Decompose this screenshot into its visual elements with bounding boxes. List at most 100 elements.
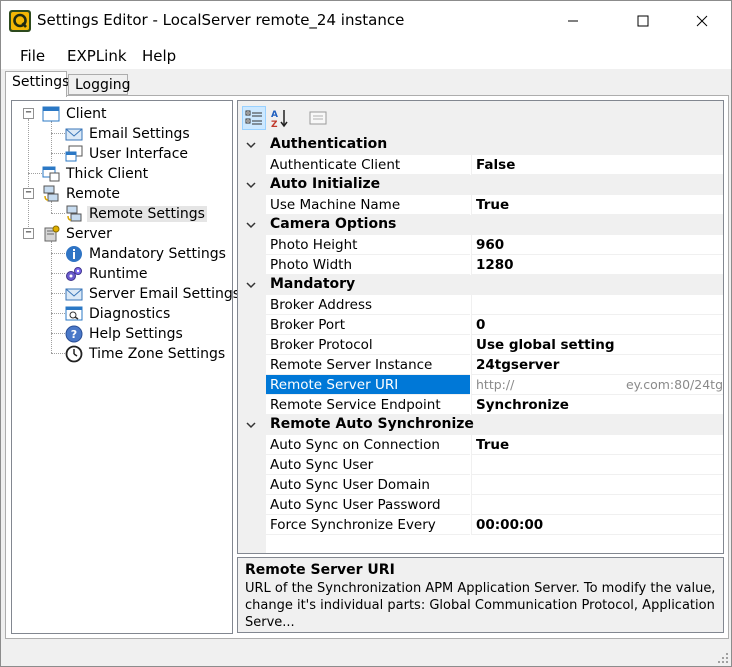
property-row-auto-sync-user[interactable]: Auto Sync User — [238, 455, 723, 475]
tree-item-runtime[interactable]: Runtime — [65, 264, 149, 284]
tree-item-help-settings[interactable]: ? Help Settings — [65, 324, 185, 344]
svg-text:?: ? — [71, 328, 77, 341]
sort-az-icon: A Z — [271, 110, 288, 128]
diagnostics-icon — [65, 306, 83, 321]
tree-item-remote-settings[interactable]: Remote Settings — [65, 204, 207, 224]
property-row-broker-port[interactable]: Broker Port 0 — [238, 315, 723, 335]
envelope-icon — [65, 128, 83, 141]
minimize-button[interactable] — [550, 1, 596, 40]
property-value[interactable]: True — [471, 435, 723, 455]
category-label: Auto Initialize — [270, 176, 381, 192]
q-logo-icon — [9, 10, 31, 32]
tree-item-server-email-settings[interactable]: Server Email Settings — [65, 284, 242, 304]
tree-item-diagnostics[interactable]: Diagnostics — [65, 304, 172, 324]
property-row-authenticate-client[interactable]: Authenticate Client False — [238, 155, 723, 175]
chevron-down-icon[interactable] — [245, 279, 257, 291]
remote-collapse-toggle[interactable]: − — [23, 188, 34, 199]
property-row-broker-protocol[interactable]: Broker Protocol Use global setting — [238, 335, 723, 355]
chevron-down-icon[interactable] — [245, 139, 257, 151]
tree-item-email-settings[interactable]: Email Settings — [65, 124, 192, 144]
property-name: Remote Server URI — [266, 375, 470, 395]
property-row-photo-width[interactable]: Photo Width 1280 — [238, 255, 723, 275]
tree-item-server[interactable]: Server — [42, 224, 114, 244]
settings-editor-window: Settings Editor - LocalServer remote_24 … — [0, 0, 732, 667]
window-icon — [42, 106, 60, 122]
tree-label-time-zone-settings: Time Zone Settings — [89, 346, 226, 362]
chevron-down-icon[interactable] — [245, 179, 257, 191]
client-collapse-toggle[interactable]: − — [23, 108, 34, 119]
tree-item-thick-client[interactable]: Thick Client — [42, 164, 150, 184]
property-value[interactable] — [471, 295, 723, 315]
tree-label-server: Server — [66, 226, 112, 242]
chevron-down-icon[interactable] — [245, 219, 257, 231]
property-row-remote-service-endpoint[interactable]: Remote Service Endpoint Synchronize — [238, 395, 723, 415]
menu-bar: File EXPLink Help — [1, 40, 731, 69]
property-name: Auto Sync User Domain — [266, 475, 470, 495]
property-row-auto-sync-user-domain[interactable]: Auto Sync User Domain — [238, 475, 723, 495]
tab-logging[interactable]: Logging — [68, 74, 131, 95]
tree-item-client[interactable]: Client — [42, 104, 109, 124]
property-row-use-machine-name[interactable]: Use Machine Name True — [238, 195, 723, 215]
tree-label-mandatory-settings: Mandatory Settings — [89, 246, 226, 262]
property-name: Force Synchronize Every — [266, 515, 470, 535]
tree-label-diagnostics: Diagnostics — [89, 306, 171, 322]
property-row-auto-sync-user-password[interactable]: Auto Sync User Password — [238, 495, 723, 515]
property-row-remote-server-uri[interactable]: Remote Server URI http:// ey.com:80/24tg — [238, 375, 723, 395]
categorized-button[interactable] — [242, 106, 266, 130]
category-label: Remote Auto Synchronize — [270, 416, 474, 432]
property-value-readonly[interactable]: http:// ey.com:80/24tg — [471, 375, 723, 395]
property-value[interactable] — [471, 475, 723, 495]
resize-grip-icon[interactable] — [717, 652, 729, 664]
tab-settings[interactable]: Settings — [5, 71, 69, 97]
property-pages-button[interactable] — [306, 106, 330, 130]
close-button[interactable] — [679, 1, 725, 40]
menu-explink[interactable]: EXPLink — [67, 47, 127, 65]
menu-help[interactable]: Help — [142, 47, 176, 65]
category-camera-options[interactable]: Camera Options — [238, 215, 723, 235]
category-remote-auto-synchronize[interactable]: Remote Auto Synchronize — [238, 415, 723, 435]
property-grid-empty-area — [238, 535, 723, 553]
tree-item-remote[interactable]: Remote — [42, 184, 122, 204]
tree-label-client: Client — [66, 106, 107, 122]
category-label: Mandatory — [270, 276, 356, 292]
property-value[interactable]: False — [471, 155, 723, 175]
tree-item-mandatory-settings[interactable]: Mandatory Settings — [65, 244, 228, 264]
alphabetical-button[interactable]: A Z — [268, 106, 292, 130]
description-title: Remote Server URI — [245, 562, 395, 578]
property-value[interactable]: 00:00:00 — [471, 515, 723, 535]
property-row-force-synchronize-every[interactable]: Force Synchronize Every 00:00:00 — [238, 515, 723, 535]
property-description-panel: Remote Server URI URL of the Synchroniza… — [237, 557, 724, 633]
property-value[interactable] — [471, 455, 723, 475]
tree-item-time-zone-settings[interactable]: Time Zone Settings — [65, 344, 227, 364]
property-row-broker-address[interactable]: Broker Address — [238, 295, 723, 315]
property-value[interactable]: 960 — [471, 235, 723, 255]
category-auto-initialize[interactable]: Auto Initialize — [238, 175, 723, 195]
property-value[interactable]: 1280 — [471, 255, 723, 275]
status-bar — [1, 643, 731, 666]
property-value[interactable]: 0 — [471, 315, 723, 335]
property-value[interactable]: Use global setting — [471, 335, 723, 355]
maximize-button[interactable] — [620, 1, 666, 40]
property-row-photo-height[interactable]: Photo Height 960 — [238, 235, 723, 255]
category-authentication[interactable]: Authentication — [238, 135, 723, 155]
property-grid-toolbar: A Z — [238, 101, 723, 133]
property-name: Authenticate Client — [266, 155, 470, 175]
property-value[interactable]: 24tgserver — [471, 355, 723, 375]
uri-value-end: ey.com:80/24tg — [625, 377, 723, 392]
chevron-down-icon[interactable] — [245, 419, 257, 431]
menu-file[interactable]: File — [20, 47, 45, 65]
property-value[interactable]: True — [471, 195, 723, 215]
property-row-auto-sync-on-connection[interactable]: Auto Sync on Connection True — [238, 435, 723, 455]
property-value[interactable] — [471, 495, 723, 515]
category-mandatory[interactable]: Mandatory — [238, 275, 723, 295]
property-pages-icon — [309, 111, 327, 125]
server-collapse-toggle[interactable]: − — [23, 228, 34, 239]
thick-client-icon — [42, 166, 60, 182]
property-grid[interactable]: A Z Authentication Authenticate Client F… — [237, 100, 724, 554]
tree-item-user-interface[interactable]: User Interface — [65, 144, 190, 164]
property-row-remote-server-instance[interactable]: Remote Server Instance 24tgserver — [238, 355, 723, 375]
categorized-icon — [245, 110, 262, 125]
property-value[interactable]: Synchronize — [471, 395, 723, 415]
settings-tree[interactable]: − − − Client Email Settings User Interfa… — [11, 100, 240, 634]
description-text-line1: URL of the Synchronization APM Applicati… — [245, 581, 716, 596]
